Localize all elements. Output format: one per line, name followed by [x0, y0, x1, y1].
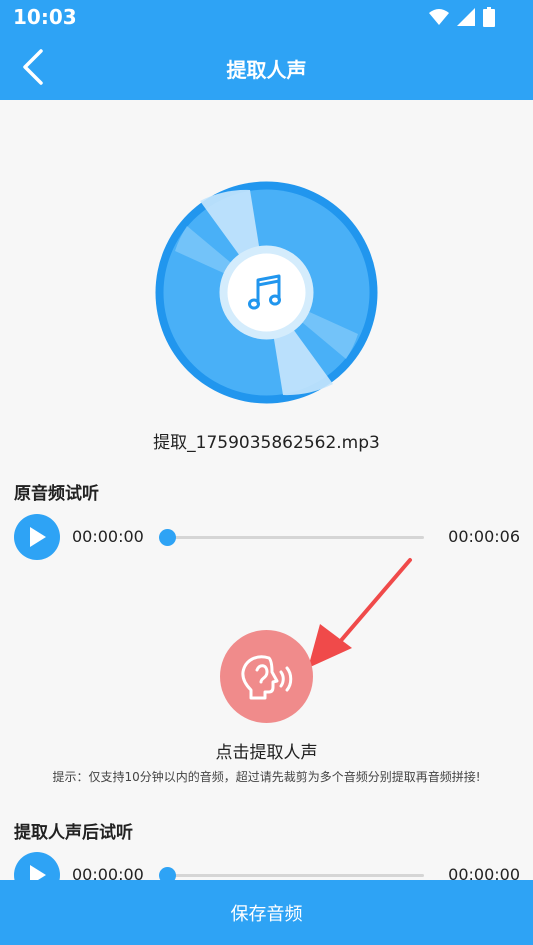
- wifi-icon: [429, 9, 449, 25]
- voice-head-icon: [240, 654, 292, 699]
- vinyl-disc-icon: [155, 181, 378, 404]
- original-audio-title: 原音频试听: [14, 484, 99, 504]
- extract-vocals-label: 点击提取人声: [215, 743, 318, 763]
- status-time: 10:03: [13, 5, 77, 29]
- extracted-audio-title: 提取人声后试听: [14, 823, 133, 843]
- play-icon: [30, 527, 46, 547]
- save-audio-button[interactable]: 保存音频: [0, 880, 533, 945]
- pointer-arrow-icon: [308, 558, 412, 668]
- signal-icon: [457, 8, 475, 26]
- status-icons: [429, 7, 495, 27]
- original-seek-thumb[interactable]: [159, 529, 176, 546]
- original-seek-bar[interactable]: [166, 536, 424, 539]
- status-bar: 10:03: [0, 0, 533, 34]
- original-current-time: 00:00:00: [72, 527, 144, 546]
- extracted-seek-bar[interactable]: [166, 874, 424, 877]
- page-title: 提取人声: [226, 58, 307, 82]
- extract-hint: 提示：仅支持10分钟以内的音频，超过请先裁剪为多个音频分别提取再音频拼接!: [52, 770, 481, 784]
- original-total-time: 00:00:06: [448, 527, 520, 546]
- extract-vocals-button[interactable]: [220, 630, 313, 723]
- battery-icon: [483, 7, 495, 27]
- music-disc: [155, 181, 378, 404]
- app-bar: 提取人声: [0, 34, 533, 100]
- original-audio-player: 00:00:00 00:00:06: [14, 514, 524, 562]
- original-play-button[interactable]: [14, 514, 60, 560]
- file-name: 提取_1759035862562.mp3: [153, 433, 380, 453]
